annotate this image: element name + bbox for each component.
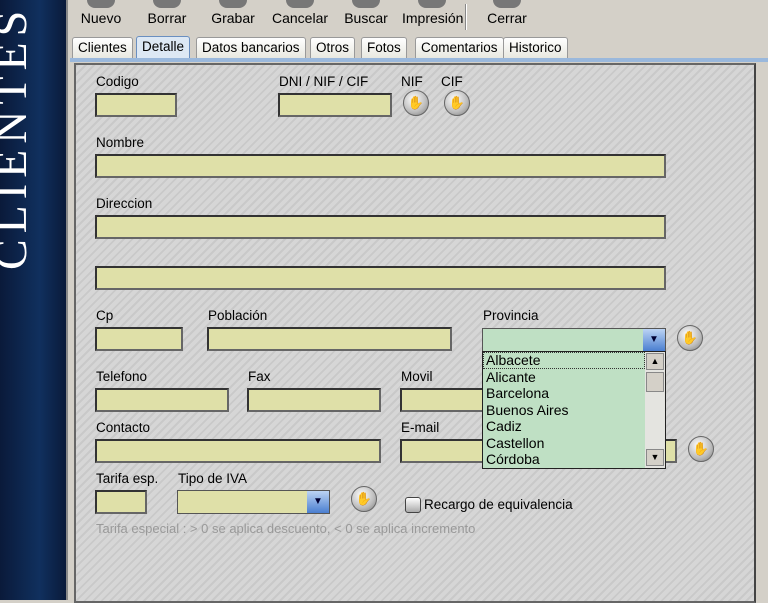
list-item[interactable]: Córdoba <box>483 451 665 468</box>
provincia-hand-icon[interactable]: ✋ <box>677 325 703 351</box>
list-item[interactable]: Alicante <box>483 369 665 386</box>
cancel-label: Cancelar <box>271 10 329 26</box>
chevron-down-icon[interactable]: ▼ <box>307 491 329 513</box>
telefono-label: Telefono <box>96 369 148 384</box>
scroll-down-icon[interactable]: ▼ <box>646 449 664 466</box>
search-button[interactable]: Buscar <box>342 0 390 26</box>
codigo-input[interactable] <box>95 93 177 117</box>
delete-label: Borrar <box>147 10 187 26</box>
tab-datos-bancarios[interactable]: Datos bancarios <box>196 37 306 58</box>
sidebar-title: CLIENTES <box>0 4 36 270</box>
tarifa-input[interactable] <box>95 490 147 514</box>
codigo-label: Codigo <box>96 74 139 89</box>
new-icon <box>87 0 115 8</box>
print-label: Impresión <box>402 10 464 26</box>
close-button[interactable]: Cerrar <box>482 0 532 26</box>
save-icon <box>219 0 247 8</box>
movil-label: Movil <box>401 369 433 384</box>
tab-detalle[interactable]: Detalle <box>136 36 191 59</box>
iva-hand-icon[interactable]: ✋ <box>351 486 377 512</box>
tab-fotos[interactable]: Fotos <box>361 37 407 58</box>
recargo-checkbox[interactable] <box>405 497 421 513</box>
cancel-button[interactable]: Cancelar <box>270 0 330 26</box>
new-label: Nuevo <box>80 10 122 26</box>
list-item[interactable]: Cadiz <box>483 418 665 435</box>
delete-icon <box>153 0 181 8</box>
dni-input[interactable] <box>278 93 392 117</box>
fax-label: Fax <box>248 369 271 384</box>
search-label: Buscar <box>344 10 388 26</box>
cp-label: Cp <box>96 308 114 323</box>
tarifa-hint: Tarifa especial : > 0 se aplica descuent… <box>96 521 476 536</box>
direccion-label: Direccion <box>96 196 153 211</box>
toolbar: Nuevo Borrar Grabar Cancelar Buscar Impr… <box>70 0 768 34</box>
poblacion-input[interactable] <box>207 327 452 351</box>
tab-historico[interactable]: Historico <box>503 37 568 58</box>
close-icon <box>493 0 521 8</box>
cif-label: CIF <box>441 74 463 89</box>
save-button[interactable]: Grabar <box>210 0 256 26</box>
email-label: E-mail <box>401 420 440 435</box>
list-item[interactable]: Castellon <box>483 435 665 452</box>
direccion-input-1[interactable] <box>95 215 666 239</box>
cancel-icon <box>286 0 314 8</box>
print-icon <box>418 0 446 8</box>
movil-input[interactable] <box>400 388 490 412</box>
provincia-dropdown-list: Albacete Alicante Barcelona Buenos Aires… <box>482 351 666 469</box>
cp-input[interactable] <box>95 327 183 351</box>
save-label: Grabar <box>211 10 255 26</box>
contacto-input[interactable] <box>95 439 381 463</box>
tipo-iva-select[interactable]: ▼ <box>177 490 330 514</box>
sidebar-banner: CLIENTES <box>0 0 68 600</box>
dni-label: DNI / NIF / CIF <box>279 74 369 89</box>
tab-underline <box>70 58 768 62</box>
contacto-label: Contacto <box>96 420 151 435</box>
scrollbar[interactable]: ▲ ▼ <box>645 352 665 468</box>
list-item[interactable]: Albacete <box>483 352 645 369</box>
provincia-select[interactable]: ▼ <box>482 328 666 352</box>
scroll-thumb[interactable] <box>646 372 664 392</box>
nif-label: NIF <box>401 74 423 89</box>
list-item[interactable]: Buenos Aires <box>483 402 665 419</box>
fax-input[interactable] <box>247 388 381 412</box>
toolbar-separator <box>465 4 467 30</box>
new-button[interactable]: Nuevo <box>78 0 124 26</box>
nombre-input[interactable] <box>95 154 666 178</box>
nombre-label: Nombre <box>96 135 145 150</box>
nif-hand-icon[interactable]: ✋ <box>403 90 429 116</box>
cif-hand-icon[interactable]: ✋ <box>444 90 470 116</box>
direccion-input-2[interactable] <box>95 266 666 290</box>
print-button[interactable]: Impresión <box>402 0 464 26</box>
poblacion-label: Población <box>208 308 268 323</box>
provincia-label: Provincia <box>483 308 539 323</box>
telefono-input[interactable] <box>95 388 229 412</box>
tipo-iva-label: Tipo de IVA <box>178 471 248 486</box>
email-hand-icon[interactable]: ✋ <box>688 436 714 462</box>
chevron-down-icon[interactable]: ▼ <box>643 329 665 351</box>
delete-button[interactable]: Borrar <box>144 0 190 26</box>
tab-clientes[interactable]: Clientes <box>72 37 133 58</box>
scroll-up-icon[interactable]: ▲ <box>646 353 664 370</box>
list-item[interactable]: Barcelona <box>483 385 665 402</box>
close-label: Cerrar <box>487 10 527 26</box>
recargo-label: Recargo de equivalencia <box>424 497 573 512</box>
tarifa-label: Tarifa esp. <box>96 471 159 486</box>
search-icon <box>352 0 380 8</box>
tab-otros[interactable]: Otros <box>310 37 356 58</box>
tab-comentarios[interactable]: Comentarios <box>415 37 504 58</box>
